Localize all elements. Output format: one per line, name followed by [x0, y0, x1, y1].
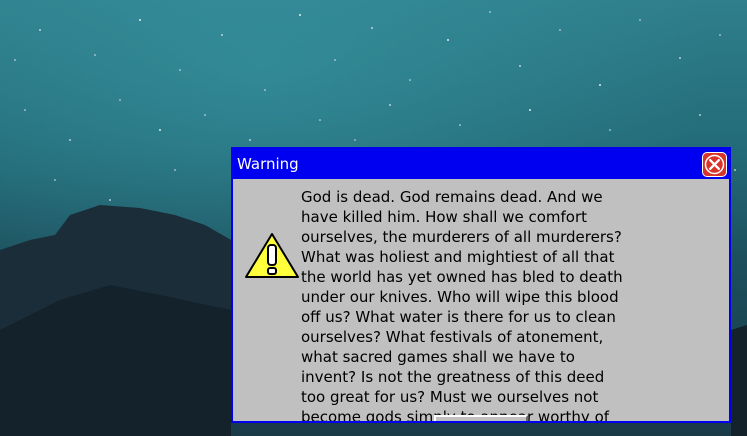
dialog-body: God is dead. God remains dead. And we ha…	[233, 179, 729, 421]
dialog-title: Warning	[237, 155, 299, 173]
dialog-message: God is dead. God remains dead. And we ha…	[301, 188, 623, 423]
warning-icon	[245, 233, 299, 278]
ok-button[interactable]: OK	[434, 415, 528, 421]
close-icon	[704, 154, 725, 175]
dialog-titlebar[interactable]: Warning	[233, 149, 729, 179]
warning-dialog: Warning God is dead. God remains dead. A…	[231, 147, 731, 423]
close-button[interactable]	[702, 152, 727, 177]
